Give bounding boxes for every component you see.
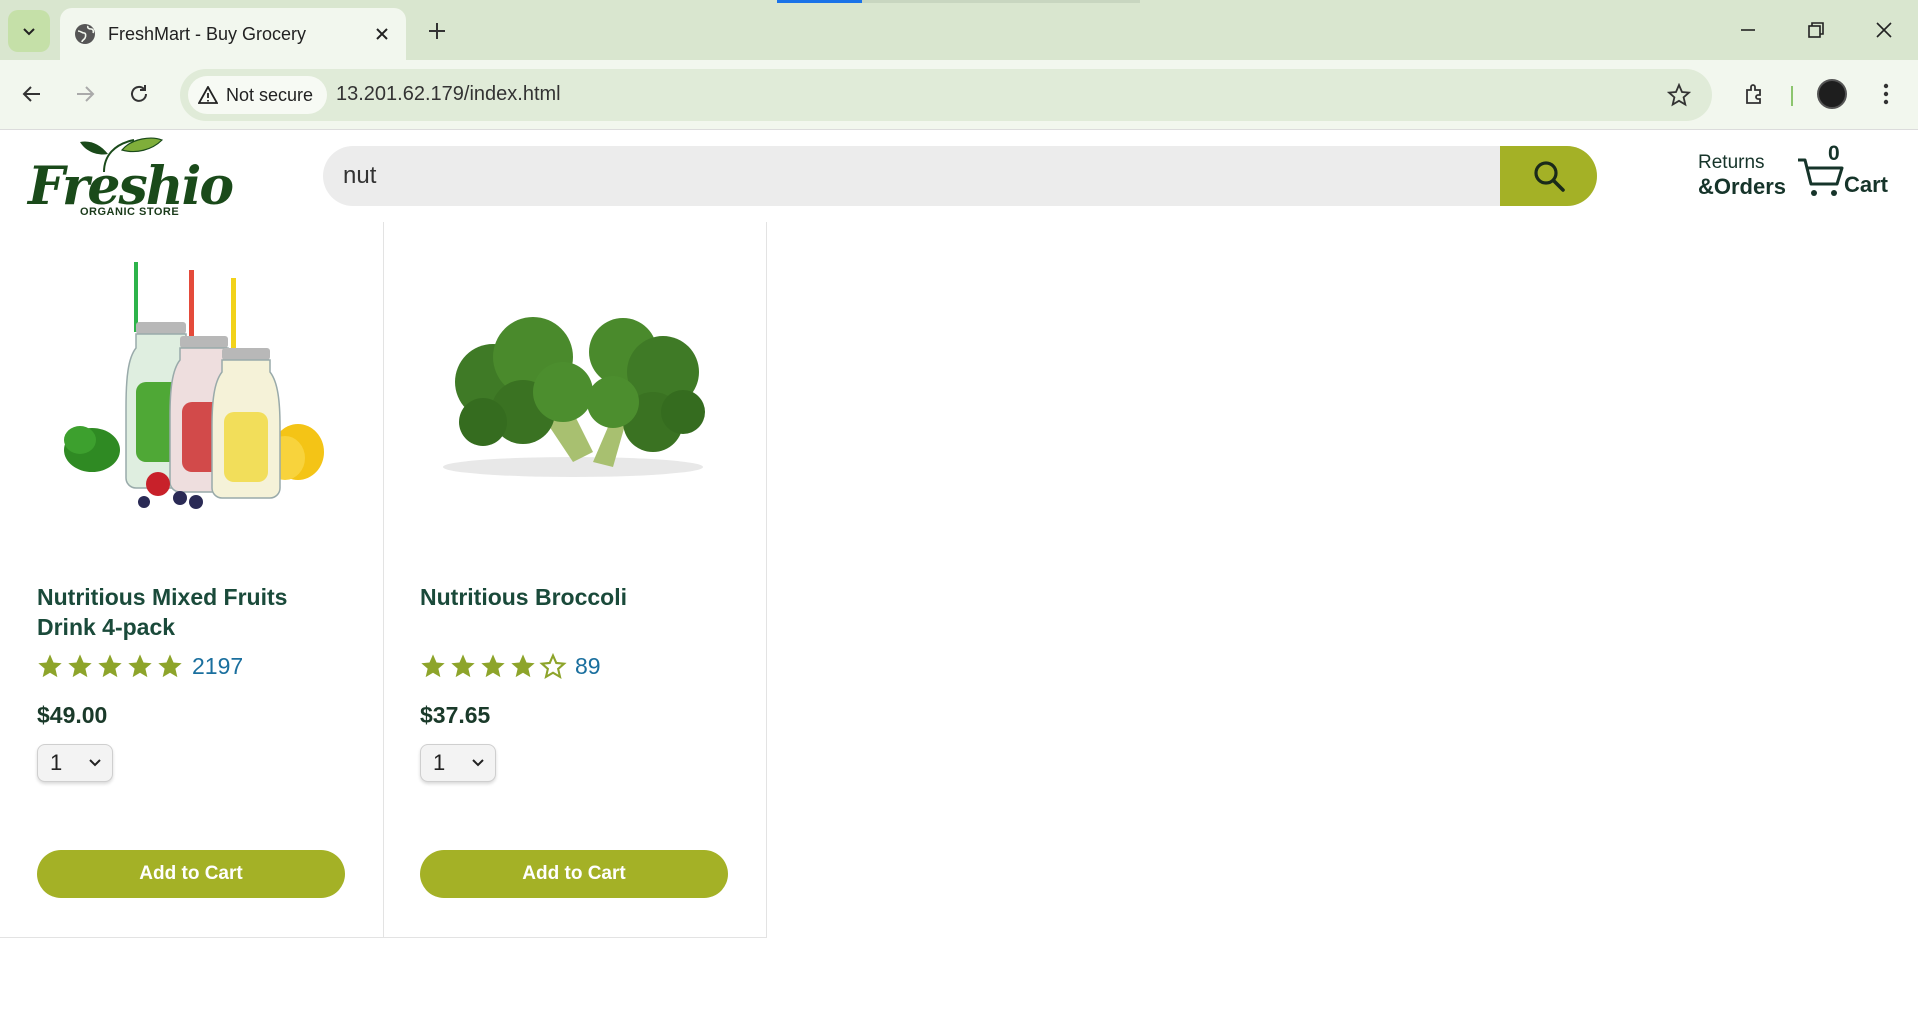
product-rating: 2197 (36, 652, 243, 680)
quantity-select[interactable]: 1 (420, 744, 496, 782)
browser-tab-strip: FreshMart - Buy Grocery (0, 0, 1918, 60)
star-filled-icon (128, 654, 152, 678)
chevron-down-icon (89, 759, 101, 767)
star-empty-icon (539, 652, 567, 679)
bookmark-star-icon[interactable] (1664, 80, 1694, 110)
close-window-icon[interactable] (1860, 10, 1908, 50)
extensions-icon[interactable] (1735, 74, 1775, 114)
add-to-cart-button[interactable]: Add to Cart (420, 850, 728, 898)
search-button[interactable] (1500, 146, 1597, 206)
star-filled-icon (511, 654, 535, 678)
store-logo[interactable]: Freshio ORGANIC STORE (28, 134, 234, 220)
globe-icon (75, 24, 95, 44)
search-icon (1533, 161, 1565, 192)
browser-toolbar: Not secure 13.201.62.179/index.html (0, 60, 1918, 130)
star-filled-icon (158, 654, 182, 678)
quantity-value: 1 (50, 750, 63, 775)
star-filled-icon (421, 654, 445, 678)
star-filled-icon (38, 654, 62, 678)
kebab-menu-icon[interactable] (1870, 74, 1902, 114)
security-chip[interactable]: Not secure (188, 76, 328, 114)
cart-label: Cart (1844, 172, 1889, 197)
star-filled-icon (98, 654, 122, 678)
product-name[interactable]: Nutritious Mixed Fruits Drink 4-pack (37, 582, 337, 642)
orders-label: &Orders (1698, 174, 1787, 199)
quantity-select[interactable]: 1 (37, 744, 113, 782)
quantity-value: 1 (433, 750, 446, 775)
cart-button[interactable]: 0 Cart (1796, 142, 1916, 202)
product-rating: 89 (419, 652, 601, 680)
rating-count[interactable]: 2197 (192, 653, 243, 680)
rating-count[interactable]: 89 (575, 653, 601, 680)
returns-orders-link[interactable]: Returns &Orders (1698, 152, 1786, 200)
security-label: Not secure (226, 84, 314, 105)
back-icon[interactable] (12, 74, 52, 114)
profile-avatar[interactable] (1817, 79, 1847, 109)
minimize-icon[interactable] (1724, 10, 1772, 50)
mixed-fruit-drink-image (64, 262, 324, 509)
loading-indicator (777, 0, 862, 3)
forward-icon[interactable] (65, 74, 105, 114)
star-filled-icon (68, 654, 92, 678)
chevron-down-icon (23, 28, 35, 36)
url-text[interactable]: 13.201.62.179/index.html (336, 83, 561, 106)
add-to-cart-button[interactable]: Add to Cart (37, 850, 345, 898)
chevron-down-icon (472, 759, 484, 767)
product-card: Nutritious Broccoli 89 $37.65 1 Add to C… (383, 222, 767, 938)
logo-tagline: ORGANIC STORE (80, 206, 180, 218)
product-price: $49.00 (37, 702, 108, 728)
reload-icon[interactable] (119, 74, 159, 114)
star-filled-icon (481, 654, 505, 678)
shopping-cart-icon (1798, 158, 1844, 196)
tab-search-button[interactable] (8, 10, 50, 52)
broccoli-image (443, 317, 705, 477)
warning-icon (198, 86, 218, 104)
star-filled-icon (451, 654, 475, 678)
product-name[interactable]: Nutritious Broccoli (420, 582, 720, 612)
search-input[interactable] (343, 146, 1493, 206)
close-tab-icon[interactable] (366, 18, 398, 50)
toolbar-separator (1791, 86, 1793, 106)
new-tab-icon[interactable] (420, 14, 454, 48)
browser-tab[interactable]: FreshMart - Buy Grocery (60, 8, 406, 60)
product-grid: Nutritious Mixed Fruits Drink 4-pack 219… (0, 222, 767, 938)
product-card: Nutritious Mixed Fruits Drink 4-pack 219… (0, 222, 384, 938)
loading-track (862, 0, 1140, 3)
search-bar (323, 146, 1597, 206)
product-price: $37.65 (420, 702, 491, 728)
tab-title: FreshMart - Buy Grocery (108, 23, 307, 44)
restore-icon[interactable] (1792, 10, 1840, 50)
returns-label: Returns (1698, 152, 1765, 173)
address-bar[interactable]: Not secure 13.201.62.179/index.html (180, 69, 1712, 121)
